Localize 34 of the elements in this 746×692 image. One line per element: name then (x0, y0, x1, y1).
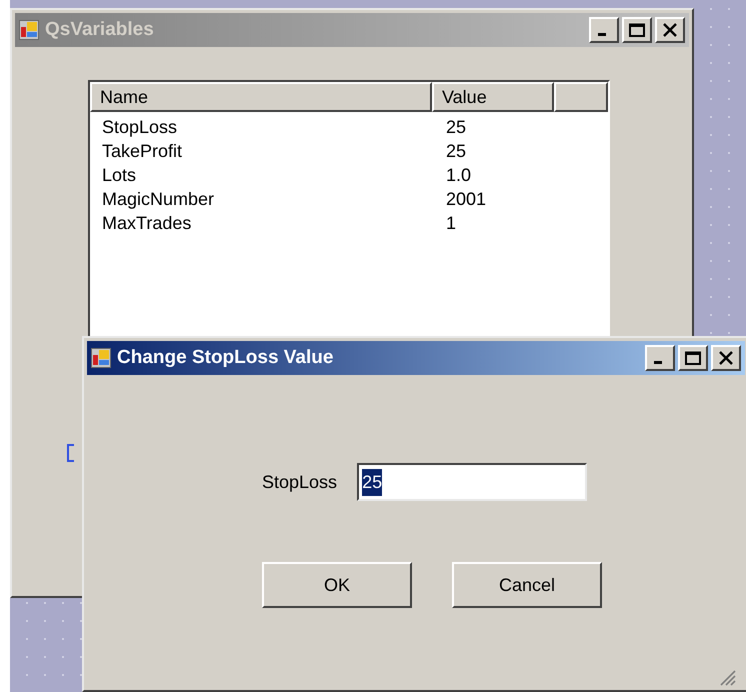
column-header[interactable]: Name (90, 82, 432, 112)
window-title: QsVariables (45, 18, 155, 42)
table-cell-text: 25 (445, 140, 468, 162)
column-header[interactable]: Value (432, 82, 554, 112)
close-icon (663, 23, 677, 37)
close-button[interactable] (711, 345, 741, 371)
minimize-button[interactable] (589, 17, 619, 43)
resize-grip-icon (718, 668, 736, 686)
maximize-icon (685, 351, 701, 365)
maximize-icon (629, 23, 645, 37)
maximize-button[interactable] (622, 17, 652, 43)
app-icon (91, 348, 111, 368)
minimize-icon (598, 32, 606, 36)
table-cell-text: Lots (101, 164, 138, 186)
dialog-button[interactable]: Cancel (452, 562, 602, 608)
table-cell-text: TakeProfit (101, 140, 184, 162)
table-cell-text: 1 (445, 212, 458, 234)
bracket-icon (67, 444, 75, 462)
table-cell-text: 25 (445, 116, 468, 138)
table-cell-text: MagicNumber (101, 188, 216, 211)
value-field[interactable]: 25 (357, 463, 588, 501)
table-cell-text: 1.0 (445, 164, 472, 186)
table-cell-text: MaxTrades (101, 212, 192, 234)
close-icon (719, 351, 733, 365)
table-cell-text: 2001 (445, 188, 488, 210)
close-button[interactable] (655, 17, 685, 43)
maximize-button[interactable] (678, 345, 708, 371)
field-label: StopLoss (262, 470, 338, 494)
column-header[interactable] (554, 82, 608, 112)
dialog-button[interactable]: OK (262, 562, 412, 608)
minimize-icon (654, 360, 662, 364)
app-icon (19, 20, 39, 40)
table-cell-text: StopLoss (101, 116, 178, 139)
minimize-button[interactable] (645, 345, 675, 371)
